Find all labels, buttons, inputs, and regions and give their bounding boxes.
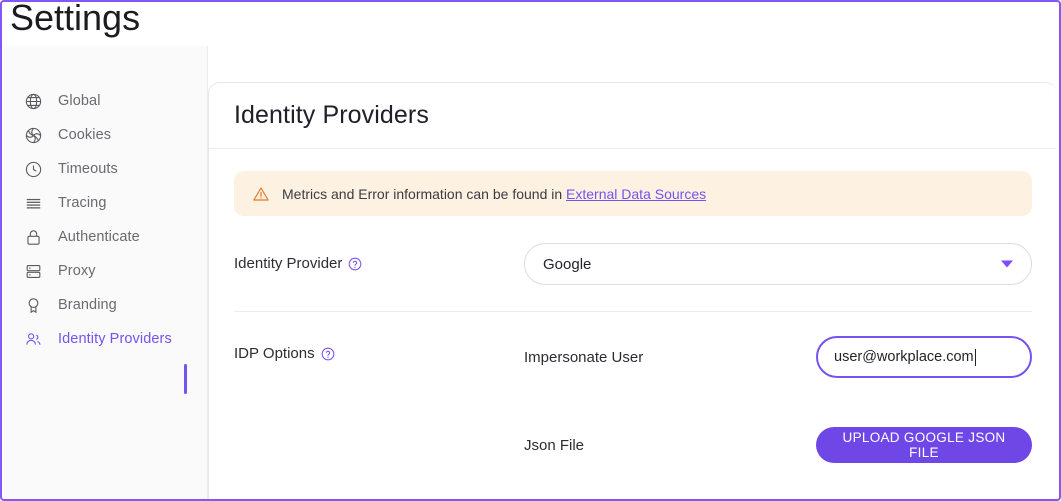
identity-provider-label: Identity Provider: [234, 255, 343, 272]
external-data-sources-link[interactable]: External Data Sources: [566, 186, 706, 202]
sidebar-item-identity-providers[interactable]: Identity Providers: [4, 322, 207, 356]
json-file-row: Json File UPLOAD GOOGLE JSON FILE: [524, 422, 1032, 468]
sidebar-item-proxy[interactable]: Proxy: [4, 254, 207, 288]
sidebar-nav: Global Cookies Timeouts Tracing Authenti…: [4, 84, 207, 356]
idp-options-label: IDP Options: [234, 345, 315, 362]
sidebar-item-global[interactable]: Global: [4, 84, 207, 118]
sidebar-item-label: Identity Providers: [58, 331, 172, 347]
sidebar-item-cookies[interactable]: Cookies: [4, 118, 207, 152]
card-title: Identity Providers: [234, 101, 429, 129]
banner-message: Metrics and Error information can be fou…: [282, 185, 563, 202]
upload-google-json-file-button[interactable]: UPLOAD GOOGLE JSON FILE: [816, 427, 1032, 463]
lock-icon: [22, 226, 44, 248]
identity-provider-select[interactable]: Google: [524, 243, 1032, 285]
sidebar-item-label: Branding: [58, 297, 117, 313]
sidebar-item-label: Authenticate: [58, 229, 140, 245]
identity-provider-label-group: Identity Provider: [234, 243, 524, 272]
idp-options-fields: Impersonate User user@workplace.com Json…: [524, 334, 1032, 468]
info-banner: Metrics and Error information can be fou…: [234, 171, 1032, 216]
sidebar-item-authenticate[interactable]: Authenticate: [4, 220, 207, 254]
text-cursor: [974, 348, 976, 366]
sidebar-item-label: Timeouts: [58, 161, 118, 177]
json-file-label: Json File: [524, 436, 585, 454]
sidebar-item-label: Global: [58, 93, 101, 109]
page-title: Settings: [10, 0, 141, 38]
help-circle-icon[interactable]: [321, 347, 335, 361]
identity-provider-field: Google: [524, 243, 1032, 285]
banner-text: Metrics and Error information can be fou…: [282, 186, 706, 202]
chevron-down-icon: [1001, 260, 1013, 268]
cookie-icon: [22, 124, 44, 146]
identity-provider-row: Identity Provider Google: [209, 243, 1057, 285]
identity-provider-selected-value: Google: [543, 255, 592, 273]
idp-options-label-group: IDP Options: [234, 334, 524, 362]
server-icon: [22, 260, 44, 282]
impersonate-user-row: Impersonate User user@workplace.com: [524, 334, 1032, 380]
sidebar-item-label: Tracing: [58, 195, 107, 211]
impersonate-user-input[interactable]: user@workplace.com: [816, 336, 1032, 378]
idp-options-row: IDP Options Impersonate User user@workpl…: [209, 334, 1057, 468]
impersonate-user-value: user@workplace.com: [834, 349, 974, 365]
warning-triangle-icon: [251, 184, 270, 203]
globe-icon: [22, 90, 44, 112]
sidebar-item-label: Proxy: [58, 263, 96, 279]
card-header: Identity Providers: [209, 83, 1057, 149]
lines-icon: [22, 192, 44, 214]
clock-icon: [22, 158, 44, 180]
impersonate-user-label: Impersonate User: [524, 348, 644, 366]
sidebar: Global Cookies Timeouts Tracing Authenti…: [4, 46, 208, 499]
sidebar-item-branding[interactable]: Branding: [4, 288, 207, 322]
card-body: Metrics and Error information can be fou…: [209, 171, 1057, 468]
award-icon: [22, 294, 44, 316]
help-circle-icon[interactable]: [348, 257, 362, 271]
identity-providers-card: Identity Providers Metrics and Error inf…: [208, 82, 1057, 499]
sidebar-item-tracing[interactable]: Tracing: [4, 186, 207, 220]
sidebar-item-label: Cookies: [58, 127, 112, 143]
users-icon: [22, 328, 44, 350]
settings-window: Settings Global Cookies Timeouts Tracing…: [0, 0, 1061, 501]
section-divider: [234, 311, 1032, 312]
sidebar-item-timeouts[interactable]: Timeouts: [4, 152, 207, 186]
active-indicator-bar: [184, 364, 187, 394]
